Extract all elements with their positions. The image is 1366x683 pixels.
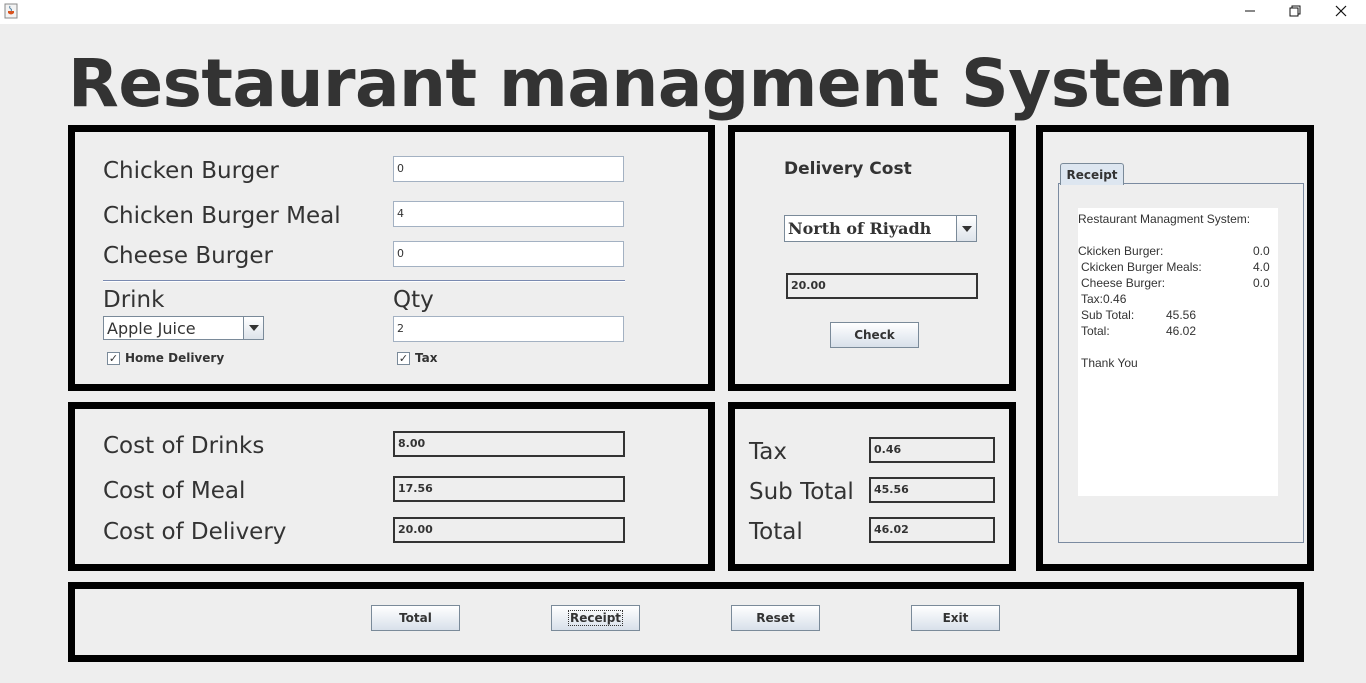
home-delivery-label: Home Delivery — [125, 351, 225, 365]
drink-select-value: Apple Juice — [107, 318, 196, 338]
subtotal-label: Sub Total — [749, 479, 854, 505]
window-titlebar — [0, 0, 1366, 24]
chicken-burger-qty-input[interactable]: 0 — [393, 156, 624, 182]
receipt-total-value: 46.02 — [1166, 324, 1197, 338]
cost-of-delivery-label: Cost of Delivery — [103, 519, 287, 545]
qty-label: Qty — [393, 287, 434, 313]
minimize-icon[interactable] — [1227, 0, 1273, 22]
chevron-down-icon[interactable] — [243, 317, 263, 339]
tax-field: 0.46 — [869, 437, 995, 463]
chicken-burger-meal-label: Chicken Burger Meal — [103, 203, 341, 229]
delivery-cost-heading: Delivery Cost — [784, 159, 912, 179]
cost-of-drinks-field: 8.00 — [393, 431, 625, 457]
exit-button[interactable]: Exit — [911, 605, 1000, 631]
receipt-meals-label: Ckicken Burger Meals: — [1081, 260, 1202, 274]
home-delivery-checkbox[interactable]: ✓ Home Delivery — [107, 351, 224, 365]
tax-checkbox-label: Tax — [415, 351, 438, 365]
receipt-chicken-burger-label: Ckicken Burger: — [1078, 244, 1164, 258]
region-select-value: North of Riyadh — [788, 219, 932, 238]
cost-of-meal-label: Cost of Meal — [103, 478, 246, 504]
region-select[interactable]: North of Riyadh — [784, 215, 977, 242]
receipt-cheese-value: 0.0 — [1253, 276, 1270, 290]
total-label: Total — [749, 519, 803, 545]
check-button[interactable]: Check — [830, 322, 919, 348]
tax-label: Tax — [749, 439, 787, 465]
total-button[interactable]: Total — [371, 605, 460, 631]
receipt-meals-value: 4.0 — [1253, 260, 1270, 274]
actions-panel — [68, 582, 1304, 662]
page-title: Restaurant managment System — [68, 45, 1234, 122]
cheese-burger-qty-input[interactable]: 0 — [393, 241, 624, 267]
delivery-cost-field: 20.00 — [786, 273, 978, 299]
receipt-chicken-burger-value: 0.0 — [1253, 244, 1270, 258]
chicken-burger-label: Chicken Burger — [103, 158, 279, 184]
receipt-cheese-label: Cheese Burger: — [1081, 276, 1166, 290]
receipt-thanks: Thank You — [1081, 356, 1138, 370]
receipt-subtotal-value: 45.56 — [1166, 308, 1197, 322]
subtotal-field: 45.56 — [869, 477, 995, 503]
cost-of-drinks-label: Cost of Drinks — [103, 433, 265, 459]
chevron-down-icon[interactable] — [956, 216, 976, 241]
drink-qty-input[interactable]: 2 — [393, 316, 624, 342]
receipt-header: Restaurant Managment System: — [1078, 212, 1251, 226]
tax-checkbox[interactable]: ✓ Tax — [397, 351, 437, 365]
receipt-subtotal-label: Sub Total: — [1081, 308, 1135, 322]
checkmark-icon: ✓ — [397, 351, 410, 365]
tab-receipt[interactable]: Receipt — [1060, 163, 1124, 185]
restore-icon[interactable] — [1272, 0, 1318, 22]
java-coffee-icon — [4, 3, 18, 19]
cheese-burger-label: Cheese Burger — [103, 243, 273, 269]
cost-of-meal-field: 17.56 — [393, 476, 625, 502]
drink-label: Drink — [103, 287, 165, 313]
cost-of-delivery-field: 20.00 — [393, 517, 625, 543]
total-field: 46.02 — [869, 517, 995, 543]
receipt-button-label: Receipt — [567, 610, 624, 626]
receipt-tax-line: Tax:0.46 — [1081, 292, 1127, 306]
close-icon[interactable] — [1318, 0, 1364, 22]
chicken-burger-meal-qty-input[interactable]: 4 — [393, 201, 624, 227]
reset-button[interactable]: Reset — [731, 605, 820, 631]
receipt-button[interactable]: Receipt — [551, 605, 640, 631]
drink-select[interactable]: Apple Juice — [103, 316, 264, 340]
separator — [103, 280, 625, 282]
receipt-total-label: Total: — [1081, 324, 1110, 338]
checkmark-icon: ✓ — [107, 351, 120, 365]
